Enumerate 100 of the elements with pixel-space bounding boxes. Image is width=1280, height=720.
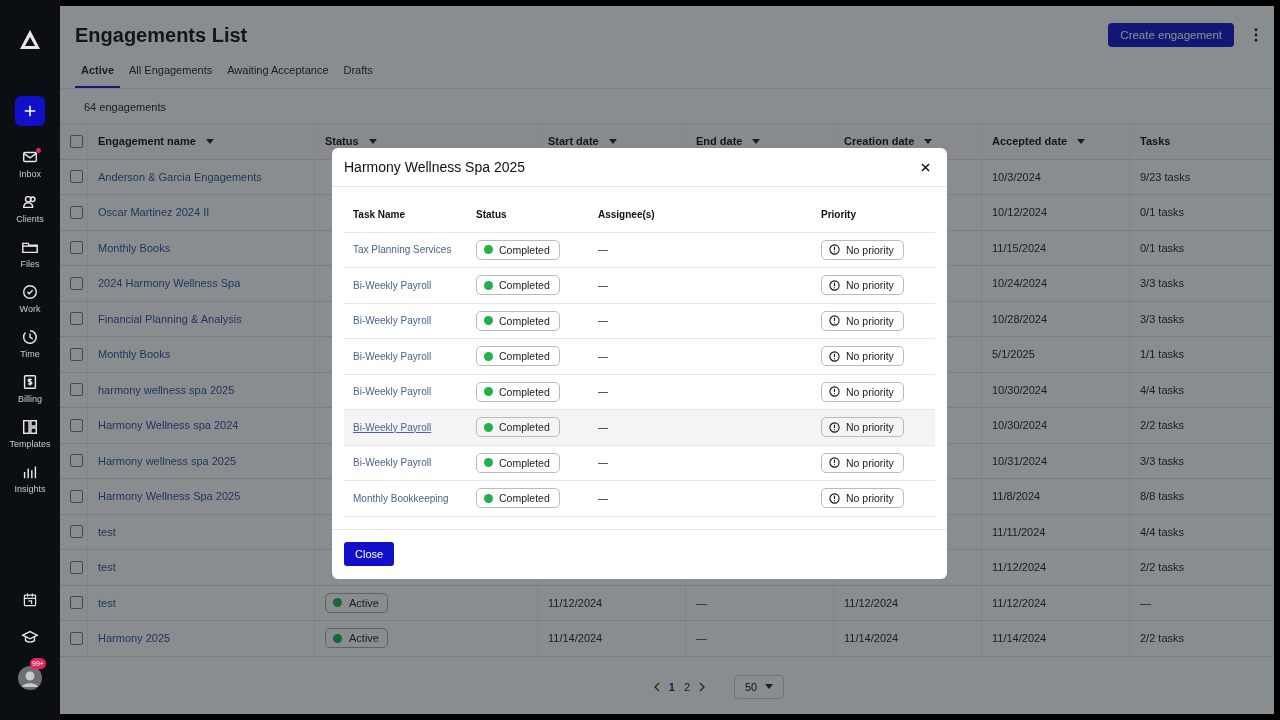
assignee-cell: — xyxy=(598,386,608,398)
task-link[interactable]: Bi-Weekly Payroll xyxy=(353,457,432,469)
engagement-link[interactable]: Anderson & Garcia Engagements xyxy=(98,170,262,183)
checkbox[interactable] xyxy=(70,418,83,432)
engagement-link[interactable]: Harmony Wellness spa 2024 xyxy=(98,419,239,432)
page-link[interactable]: 2 xyxy=(683,680,690,693)
table-cell: 11/12/2024 xyxy=(992,596,1047,609)
page-link[interactable]: 1 xyxy=(668,680,675,693)
table-cell: 10/31/2024 xyxy=(992,454,1048,467)
table-cell: — xyxy=(696,596,707,609)
engagement-link[interactable]: Monthly Books xyxy=(98,348,171,361)
task-link[interactable]: Bi-Weekly Payroll xyxy=(353,350,432,362)
engagement-link[interactable]: Oscar Martinez 2024 II xyxy=(98,206,210,219)
page-size-select[interactable]: 50 xyxy=(734,674,785,699)
task-link[interactable]: Monthly Bookkeeping xyxy=(353,492,449,504)
table-cell: 10/28/2024 xyxy=(992,312,1048,325)
checkbox[interactable] xyxy=(70,560,83,574)
column-header[interactable]: Creation date xyxy=(844,135,915,148)
close-button[interactable]: Close xyxy=(344,541,395,566)
table-cell: 3/3 tasks xyxy=(1140,312,1185,325)
tab[interactable]: Active xyxy=(75,58,121,88)
nav-item[interactable]: Files xyxy=(20,238,40,278)
checkbox[interactable] xyxy=(70,631,83,645)
column-header[interactable]: Start date xyxy=(548,135,599,148)
column-header[interactable]: Tasks xyxy=(1140,135,1171,148)
logo-icon xyxy=(18,28,42,52)
tab[interactable]: All Engagements xyxy=(123,58,219,88)
table-cell: 11/14/2024 xyxy=(844,632,899,645)
task-link[interactable]: Bi-Weekly Payroll xyxy=(353,421,432,433)
priority-badge: No priority xyxy=(821,381,904,402)
calendar-icon[interactable] xyxy=(22,592,38,608)
status-badge: Completed xyxy=(476,381,560,402)
column-header[interactable]: Status xyxy=(325,135,359,148)
column-header: Status xyxy=(476,208,507,220)
plus-icon xyxy=(23,104,37,118)
column-header[interactable]: End date xyxy=(696,135,743,148)
dollar-icon xyxy=(21,373,39,391)
assignee-cell: — xyxy=(598,315,608,327)
task-link[interactable]: Bi-Weekly Payroll xyxy=(353,386,432,398)
task-link[interactable]: Bi-Weekly Payroll xyxy=(353,279,432,291)
checkbox[interactable] xyxy=(70,596,83,610)
task-link[interactable]: Bi-Weekly Payroll xyxy=(353,315,432,327)
graduation-cap-icon[interactable] xyxy=(21,628,39,646)
tab[interactable]: Drafts xyxy=(337,58,379,88)
engagement-link[interactable]: harmony wellness spa 2025 xyxy=(98,383,235,396)
column-header[interactable]: Engagement name xyxy=(98,135,196,148)
chevron-right-icon[interactable] xyxy=(699,681,705,692)
engagement-link[interactable]: Financial Planning & Analysis xyxy=(98,312,242,325)
nav-item[interactable]: Insights xyxy=(14,463,46,503)
checkbox[interactable] xyxy=(70,276,83,290)
table-cell: 10/3/2024 xyxy=(992,170,1041,183)
nav-item[interactable]: Templates xyxy=(9,418,51,458)
engagement-link[interactable]: Harmony Wellness Spa 2025 xyxy=(98,490,241,503)
chevron-left-icon[interactable] xyxy=(653,681,660,692)
avatar[interactable] xyxy=(18,666,42,690)
add-button[interactable] xyxy=(15,96,45,126)
checkbox[interactable] xyxy=(70,383,83,397)
table-cell: 0/1 tasks xyxy=(1140,241,1185,254)
priority-badge: No priority xyxy=(821,346,904,367)
engagement-link[interactable]: test xyxy=(98,596,116,609)
engagement-link[interactable]: Harmony wellness spa 2025 xyxy=(98,454,237,467)
close-icon[interactable] xyxy=(921,162,930,172)
checkbox[interactable] xyxy=(70,525,83,539)
caret-icon xyxy=(368,138,377,144)
table-cell: 9/23 tasks xyxy=(1140,170,1191,183)
nav-item[interactable]: Clients xyxy=(16,193,44,233)
nav-item[interactable]: Inbox xyxy=(19,148,41,188)
engagement-link[interactable]: Monthly Books xyxy=(98,241,171,254)
engagement-link[interactable]: test xyxy=(98,525,116,538)
column-header: Priority xyxy=(821,208,856,220)
more-icon[interactable] xyxy=(1254,28,1258,42)
engagement-link[interactable]: Harmony 2025 xyxy=(98,632,171,645)
table-cell: — xyxy=(1140,596,1151,609)
assignee-cell: — xyxy=(598,350,608,362)
table-cell: 11/12/2024 xyxy=(844,596,899,609)
column-header[interactable]: Accepted date xyxy=(992,135,1068,148)
checkbox[interactable] xyxy=(70,347,83,361)
caret-icon xyxy=(752,138,761,144)
create-engagement-button[interactable]: Create engagement xyxy=(1108,23,1234,47)
engagement-link[interactable]: 2024 Harmony Wellness Spa xyxy=(98,277,241,290)
nav-item[interactable]: Time xyxy=(20,328,40,368)
tab[interactable]: Awaiting Acceptance xyxy=(221,58,335,88)
checkbox[interactable] xyxy=(70,134,83,148)
checkbox[interactable] xyxy=(70,312,83,326)
table-cell: 1/1 tasks xyxy=(1140,348,1185,361)
checkbox[interactable] xyxy=(70,454,83,468)
checkbox[interactable] xyxy=(70,241,83,255)
table-cell: 10/24/2024 xyxy=(992,277,1048,290)
nav-item[interactable]: Billing xyxy=(18,373,42,413)
status-badge: Completed xyxy=(476,239,560,260)
nav-item[interactable]: Work xyxy=(19,283,41,323)
checkbox[interactable] xyxy=(70,489,83,503)
task-link[interactable]: Tax Planning Services xyxy=(353,244,452,256)
table-cell: 3/3 tasks xyxy=(1140,454,1185,467)
checkbox[interactable] xyxy=(70,205,83,219)
column-header: Task Name xyxy=(353,208,406,220)
table-cell: 4/4 tasks xyxy=(1140,383,1185,396)
checkbox[interactable] xyxy=(70,170,83,184)
engagement-link[interactable]: test xyxy=(98,561,116,574)
caret-icon xyxy=(765,684,774,689)
